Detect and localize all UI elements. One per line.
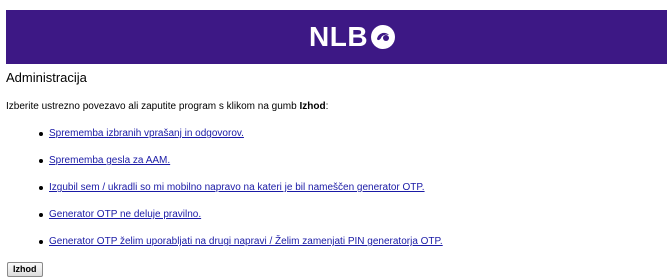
bullet-icon — [39, 186, 43, 190]
page-title: Administracija — [6, 70, 87, 85]
intro-text: Izberite ustrezno povezavo ali zaputite … — [6, 101, 328, 112]
nlb-swirl-icon — [371, 25, 396, 49]
bullet-icon — [39, 240, 43, 244]
list-item: Generator OTP ne deluje pravilno. — [33, 209, 443, 236]
logo-text: NLB — [309, 21, 369, 52]
list-item: Generator OTP želim uporabljati na drugi… — [33, 236, 443, 263]
intro-text-main: Izberite ustrezno povezavo ali zaputite … — [6, 101, 300, 112]
intro-text-bold: Izhod — [299, 101, 326, 112]
list-item: Izgubil sem / ukradli so mi mobilno napr… — [33, 182, 443, 209]
bullet-icon — [39, 132, 43, 136]
header-banner: NLB — [6, 10, 667, 64]
intro-text-end: : — [325, 101, 329, 112]
exit-button[interactable]: Izhod — [7, 262, 43, 277]
link-otp-not-working[interactable]: Generator OTP ne deluje pravilno. — [49, 209, 201, 220]
link-otp-other-device[interactable]: Generator OTP želim uporabljati na drugi… — [49, 236, 443, 247]
link-lost-device[interactable]: Izgubil sem / ukradli so mi mobilno napr… — [49, 182, 425, 193]
admin-links-list: Sprememba izbranih vprašanj in odgovorov… — [33, 128, 443, 263]
bullet-icon — [39, 159, 43, 163]
list-item: Sprememba izbranih vprašanj in odgovorov… — [33, 128, 443, 155]
link-change-security-questions[interactable]: Sprememba izbranih vprašanj in odgovorov… — [49, 128, 244, 139]
list-item: Sprememba gesla za AAM. — [33, 155, 443, 182]
bullet-icon — [39, 213, 43, 217]
link-change-aam-password[interactable]: Sprememba gesla za AAM. — [49, 155, 170, 166]
nlb-logo: NLB — [309, 19, 396, 55]
